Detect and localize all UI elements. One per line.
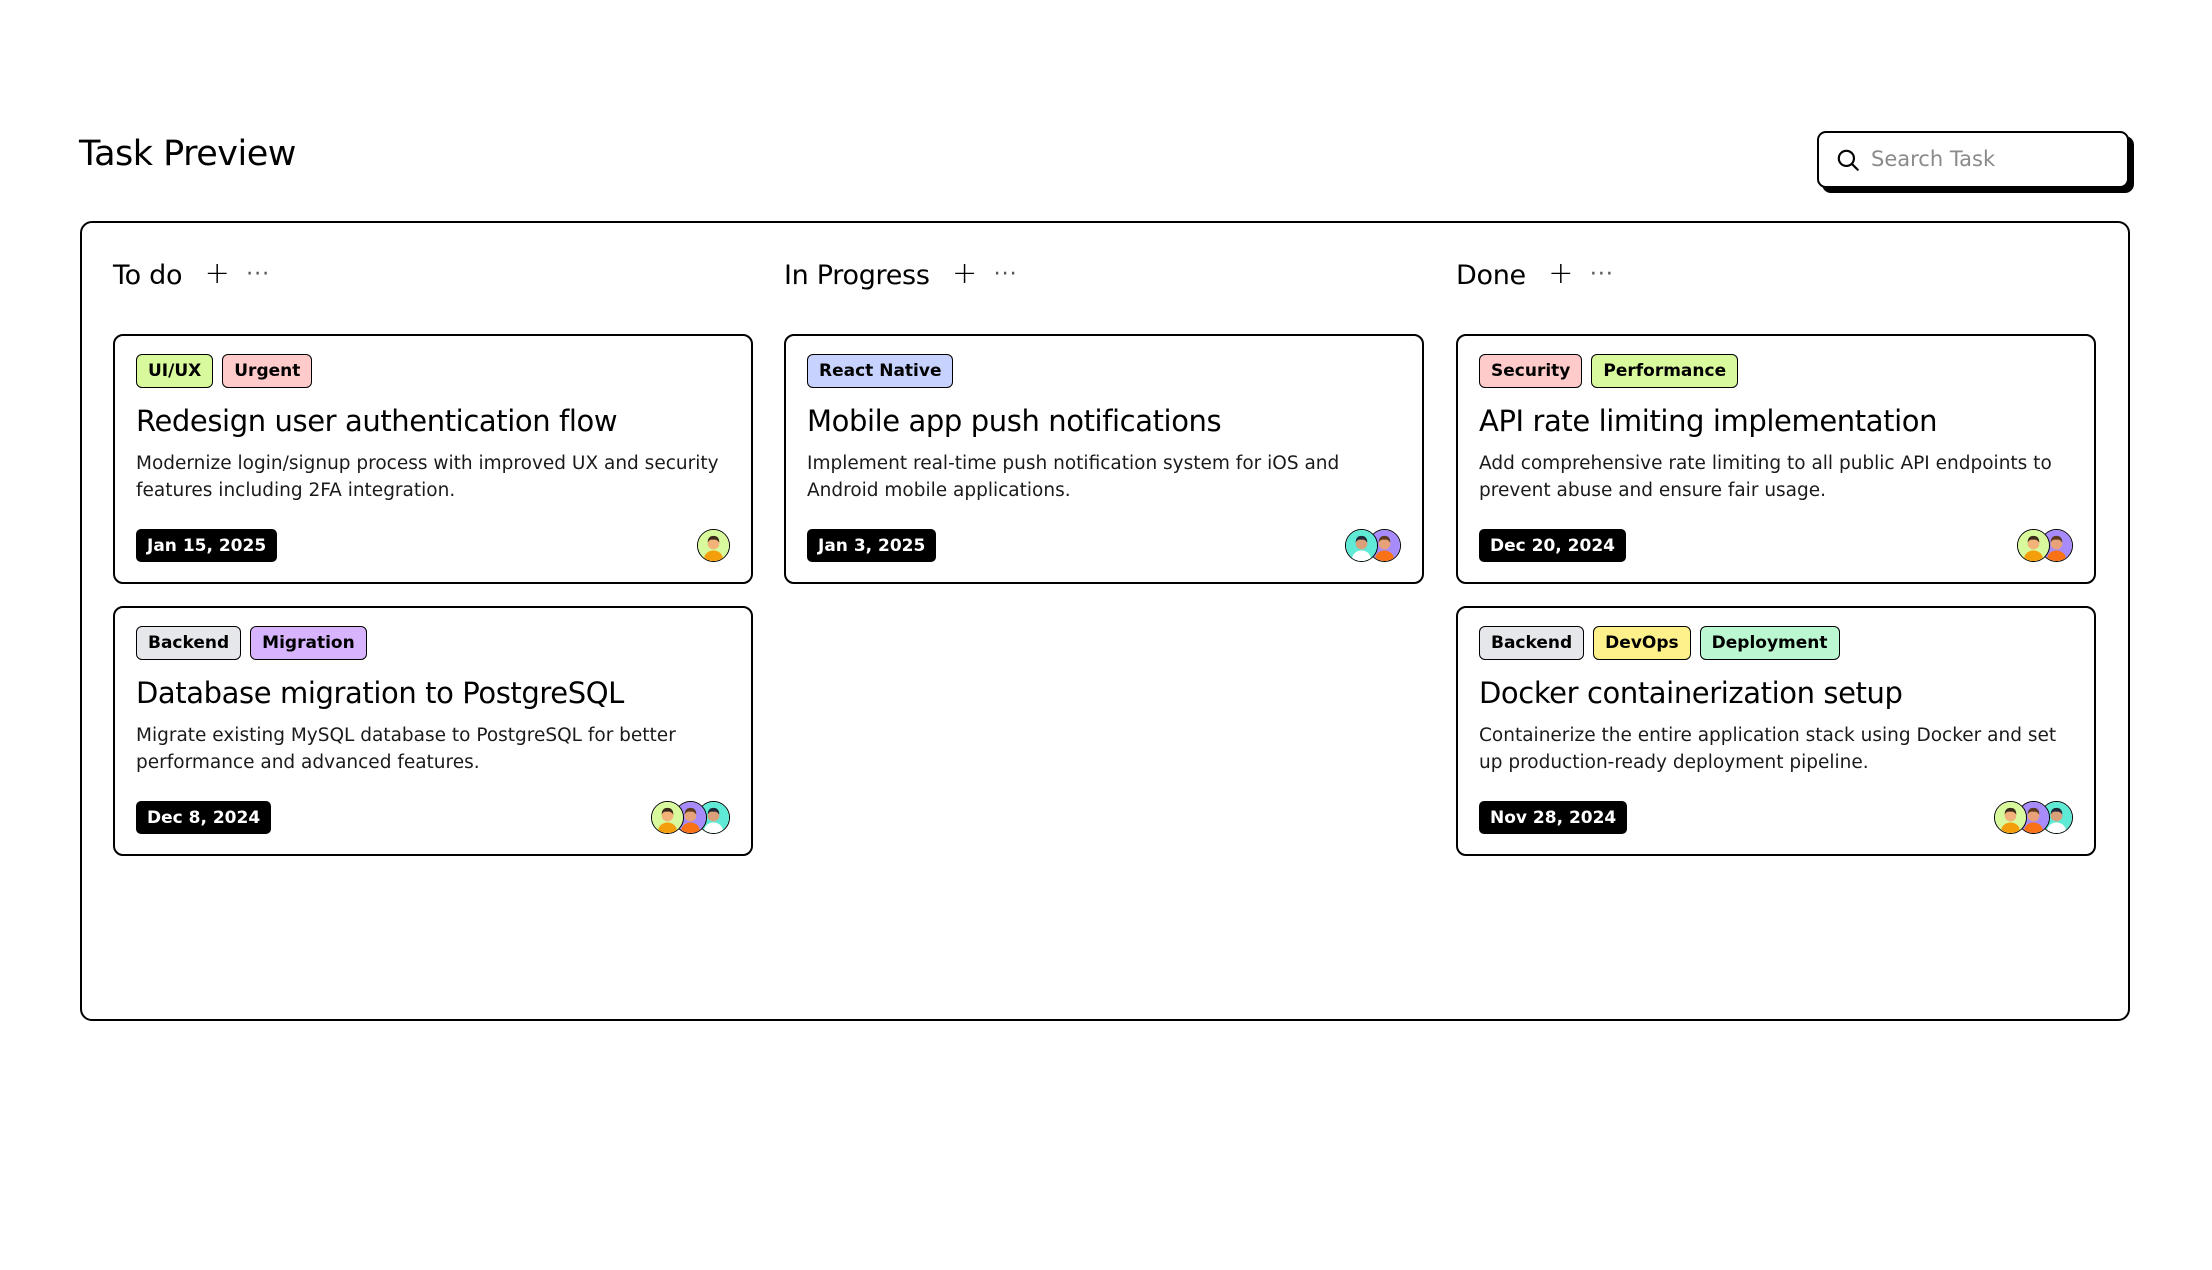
task-card[interactable]: Backend Migration Database migration to Po… (113, 606, 753, 856)
task-card[interactable]: UI/UX Urgent Redesign user authentication … (113, 334, 753, 584)
tag-list: Backend DevOps Deployment (1479, 626, 2073, 660)
due-date-badge: Dec 20, 2024 (1479, 529, 1626, 562)
card-description: Add comprehensive rate limiting to all p… (1479, 453, 2052, 501)
avatar[interactable] (697, 529, 730, 562)
avatar[interactable] (651, 801, 684, 834)
more-horizontal-icon[interactable]: ··· (1590, 264, 1614, 286)
tag-badge: Migration (250, 626, 367, 660)
card-title: Database migration to PostgreSQL (136, 676, 624, 710)
column-done: Done + ··· Security Performance API rate limi… (1456, 255, 2096, 856)
assignee-avatars (1345, 529, 1401, 562)
due-date-badge: Jan 3, 2025 (807, 529, 937, 562)
search-box[interactable] (1817, 131, 2129, 188)
search-input[interactable] (1871, 141, 2121, 177)
card-description: Migrate existing MySQL database to Postg… (136, 725, 676, 773)
tag-badge: DevOps (1593, 626, 1691, 660)
column-title: Done (1456, 259, 1526, 291)
search-icon (1837, 149, 1859, 171)
card-title: API rate limiting implementation (1479, 404, 1938, 438)
tag-list: Security Performance (1479, 354, 2073, 388)
card-description: Containerize the entire application stac… (1479, 725, 2057, 773)
assignee-avatars (2017, 529, 2073, 562)
plus-icon[interactable]: + (952, 259, 978, 289)
tag-badge: Backend (136, 626, 242, 660)
tag-badge: Urgent (222, 354, 313, 388)
plus-icon[interactable]: + (204, 259, 230, 289)
avatar[interactable] (1345, 529, 1378, 562)
task-preview-page: Task Preview To do + ··· UI/UXUrgent Redesig… (0, 0, 2212, 1270)
card-title: Docker containerization setup (1479, 676, 1903, 710)
tag-list: Backend Migration (136, 626, 730, 660)
tag-badge: Deployment (1699, 626, 1840, 660)
card-title: Redesign user authentication flow (136, 404, 618, 438)
avatar[interactable] (2017, 529, 2050, 562)
task-card[interactable]: React Native Mobile app push notification… (784, 334, 1424, 584)
card-description: Modernize login/signup process with impr… (136, 453, 719, 501)
column-header: In Progress + ··· (784, 255, 1424, 295)
assignee-avatars (697, 529, 730, 562)
due-date-badge: Nov 28, 2024 (1479, 801, 1628, 834)
more-horizontal-icon[interactable]: ··· (246, 264, 270, 286)
task-card[interactable]: Security Performance API rate limiting imp… (1456, 334, 2096, 584)
kanban-board: To do + ··· UI/UX Urgent Redesign user authen… (80, 221, 2130, 1021)
avatar[interactable] (1994, 801, 2027, 834)
tag-badge: Backend (1479, 626, 1585, 660)
plus-icon[interactable]: + (1548, 259, 1574, 289)
column-title: To do (113, 259, 183, 291)
card-title: Mobile app push notifications (807, 404, 1222, 438)
due-date-badge: Dec 8, 2024 (136, 801, 272, 834)
column-title: In Progress (784, 259, 930, 291)
column-to-do: To do + ··· UI/UX Urgent Redesign user authen… (113, 255, 753, 856)
tag-badge: Performance (1591, 354, 1739, 388)
tag-badge: React Native (807, 354, 954, 388)
column-header: To do + ··· (113, 255, 753, 295)
assignee-avatars (651, 801, 730, 834)
page-title: Task Preview (79, 134, 296, 174)
tag-list: UI/UX Urgent (136, 354, 730, 388)
column-in-progress: In Progress + ··· React Native Mobile app pu… (784, 255, 1424, 584)
more-horizontal-icon[interactable]: ··· (994, 264, 1018, 286)
assignee-avatars (1994, 801, 2073, 834)
task-card[interactable]: Backend DevOps Deployment Docker containeri… (1456, 606, 2096, 856)
card-description: Implement real-time push notification sy… (807, 453, 1340, 501)
tag-badge: Security (1479, 354, 1583, 388)
due-date-badge: Jan 15, 2025 (136, 529, 278, 562)
tag-badge: UI/UX (136, 354, 214, 388)
column-header: Done + ··· (1456, 255, 2096, 295)
tag-list: React Native (807, 354, 1401, 388)
